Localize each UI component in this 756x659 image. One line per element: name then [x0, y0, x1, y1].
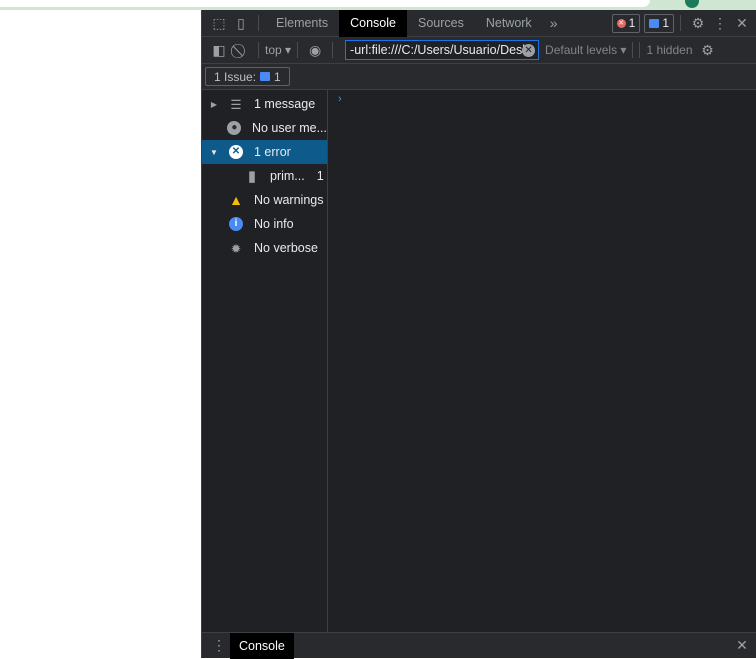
sidebar-item-warnings[interactable]: ▲ No warnings: [202, 188, 327, 212]
log-levels-dropdown[interactable]: Default levels ▾: [545, 43, 626, 57]
close-devtools-icon[interactable]: ✕: [731, 13, 753, 33]
user-icon: ●: [225, 121, 244, 135]
devtools-tab-bar: ⬚ ▯ Elements Console Sources Network » ✕…: [202, 9, 756, 37]
list-icon: ☰: [230, 97, 242, 112]
drawer-tab-console[interactable]: Console: [230, 632, 294, 659]
console-output[interactable]: ›: [329, 90, 756, 632]
tab-console[interactable]: Console: [339, 9, 407, 37]
error-icon: ✕: [226, 145, 246, 159]
device-toolbar-icon[interactable]: ▯: [230, 13, 252, 33]
sidebar-item-errors[interactable]: ▼ ✕ 1 error: [202, 140, 327, 164]
tab-elements[interactable]: Elements: [265, 10, 339, 37]
console-settings-gear-icon[interactable]: ⚙: [697, 40, 719, 60]
profile-icon: [685, 0, 699, 8]
sidebar-item-verbose[interactable]: ✹ No verbose: [202, 236, 327, 260]
error-count-badge[interactable]: ✕ 1: [611, 13, 641, 33]
context-selector[interactable]: top ▾: [265, 43, 291, 57]
message-count-badge[interactable]: 1: [644, 13, 674, 33]
clear-filter-icon[interactable]: ✕: [522, 44, 536, 57]
filter-input[interactable]: [350, 43, 529, 57]
console-sidebar: ▶ ☰ 1 message ● No user me... ▼ ✕ 1 error ▮ pr…: [202, 90, 328, 632]
browser-top-strip: [0, 0, 756, 10]
bug-icon: ✹: [230, 241, 242, 256]
issues-button[interactable]: 1 Issue: 1: [205, 67, 290, 86]
message-icon: [649, 18, 660, 28]
file-icon: ▮: [247, 168, 257, 185]
drawer-bar: ⋮ Console ✕: [202, 632, 756, 659]
sidebar-toggle-icon[interactable]: ◧: [208, 40, 230, 60]
message-icon: [260, 72, 271, 81]
settings-gear-icon[interactable]: ⚙: [687, 13, 709, 33]
clear-console-icon[interactable]: ⃠: [230, 40, 252, 60]
error-icon: ✕: [616, 18, 626, 28]
tab-network[interactable]: Network: [475, 10, 543, 37]
info-icon: i: [226, 217, 246, 231]
close-drawer-icon[interactable]: ✕: [731, 636, 753, 656]
drawer-menu-icon[interactable]: ⋮: [208, 636, 230, 656]
sidebar-item-messages[interactable]: ▶ ☰ 1 message: [202, 92, 327, 116]
sidebar-item-info[interactable]: i No info: [202, 212, 327, 236]
filter-input-box[interactable]: ✕: [345, 40, 540, 60]
sidebar-item-file[interactable]: ▮ prim... 1: [202, 164, 327, 188]
inspect-element-icon[interactable]: ⬚: [208, 13, 230, 33]
devtools-panel: ⬚ ▯ Elements Console Sources Network » ✕…: [201, 9, 756, 659]
console-toolbar: ◧ ⃠ top ▾ ◉ ✕ Default levels ▾ 1 hidden …: [202, 37, 756, 64]
live-expression-eye-icon[interactable]: ◉: [304, 40, 326, 60]
warning-icon: ▲: [229, 192, 243, 208]
console-prompt[interactable]: ›: [338, 93, 342, 105]
sidebar-item-user-messages[interactable]: ● No user me...: [202, 116, 327, 140]
more-tabs-icon[interactable]: »: [543, 13, 565, 33]
issues-bar: 1 Issue: 1: [202, 64, 756, 90]
more-options-icon[interactable]: ⋮: [709, 13, 731, 33]
hidden-count: 1 hidden: [646, 43, 693, 57]
tab-sources[interactable]: Sources: [407, 10, 475, 37]
